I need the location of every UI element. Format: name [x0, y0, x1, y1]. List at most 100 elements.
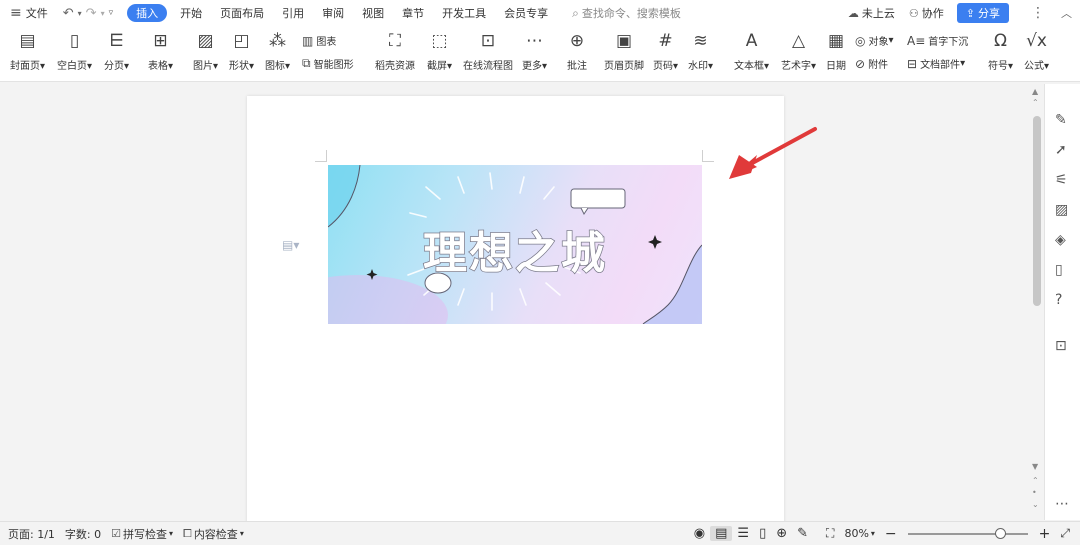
header-footer-icon: ▣: [615, 31, 633, 51]
outline-view-icon[interactable]: ☰: [732, 526, 754, 541]
document-parts-icon: ⊟: [907, 56, 918, 71]
undo-redo-group: ↶ ▾ ↷ ▾ ▿: [57, 6, 123, 21]
screenshot-icon: ⬚: [431, 31, 448, 51]
quick-access-dropdown-icon[interactable]: ▿: [109, 8, 114, 18]
banner-title: 理想之城: [422, 227, 607, 280]
symbol-button[interactable]: Ω 符号▾: [988, 26, 1013, 82]
document-page[interactable]: 理想之城: [247, 96, 784, 526]
tab-page-layout[interactable]: 页面布局: [211, 0, 273, 26]
page-dot-icon[interactable]: •: [1032, 488, 1037, 497]
image-panel-icon[interactable]: ▨: [1055, 202, 1068, 218]
shell-resources-button[interactable]: ⛶ 稻壳资源: [375, 26, 415, 82]
content-check-button[interactable]: ⧠ 内容检查 ▾: [178, 526, 249, 542]
banner-image[interactable]: 理想之城: [328, 165, 702, 324]
scroll-top-icon[interactable]: ⌃: [1032, 98, 1039, 107]
object-button[interactable]: ◎ 对象 ▾: [855, 33, 894, 49]
tab-insert[interactable]: 插入: [127, 4, 168, 22]
fit-page-icon[interactable]: ⛶: [821, 526, 839, 541]
zoom-out-icon[interactable]: −: [880, 526, 902, 542]
wordart-button[interactable]: △ 艺术字▾: [781, 26, 816, 82]
redo-dropdown-icon[interactable]: ▾: [101, 9, 105, 18]
insert-ribbon: ▤ 封面页▾ ▯ 空白页▾ ⋿ 分页▾ ⊞ 表格▾ ▨ 图片▾ ◰ 形状▾ ⁂ …: [0, 26, 1080, 82]
icons-button[interactable]: ⁂ 图标▾: [265, 26, 290, 82]
fullscreen-icon[interactable]: ⤢: [1055, 526, 1080, 541]
page-view-icon[interactable]: ▤: [710, 526, 733, 541]
shape-button[interactable]: ◰ 形状▾: [229, 26, 254, 82]
picture-button[interactable]: ▨ 图片▾: [193, 26, 218, 82]
share-button[interactable]: ⇪ 分享: [956, 3, 1009, 23]
undo-icon[interactable]: ↶: [63, 6, 74, 21]
word-count[interactable]: 字数: 0: [60, 526, 106, 542]
location-icon[interactable]: ◈: [1055, 232, 1066, 248]
scrollbar-thumb[interactable]: [1033, 116, 1041, 306]
smartart-button[interactable]: ⧉ 智能图形: [302, 56, 354, 71]
cover-page-button[interactable]: ▤ 封面页▾: [10, 26, 45, 82]
select-pointer-icon[interactable]: ➚: [1055, 142, 1067, 158]
status-right-group: ◉ ▤ ☰ ▯ ⊕ ✎ ⛶ 80% ▾ − + ⤢: [689, 526, 1080, 542]
watermark-button[interactable]: ≋ 水印▾: [688, 26, 713, 82]
shell-resources-icon: ⛶: [389, 31, 401, 51]
tab-developer[interactable]: 开发工具: [433, 0, 495, 26]
tab-view[interactable]: 视图: [353, 0, 393, 26]
drop-cap-button[interactable]: A≡ 首字下沉: [907, 33, 968, 49]
zoom-in-icon[interactable]: +: [1034, 526, 1056, 542]
write-mode-icon[interactable]: ✎: [792, 526, 813, 541]
scroll-down-small-icon[interactable]: ▼: [1032, 462, 1038, 471]
object-icon: ◎: [855, 33, 866, 48]
document-parts-button[interactable]: ⊟ 文档部件 ▾: [907, 56, 965, 72]
collab-button[interactable]: ⚇ 协作: [902, 0, 951, 26]
prev-page-icon[interactable]: ⌃: [1032, 476, 1039, 485]
zoom-level[interactable]: 80% ▾: [839, 527, 879, 540]
help-icon[interactable]: ?: [1055, 292, 1062, 308]
spell-check-button[interactable]: ☑ 拼写检查 ▾: [106, 526, 178, 542]
chart-button[interactable]: ▥ 图表: [302, 33, 336, 49]
screenshot-button[interactable]: ⬚ 截屏▾: [427, 26, 452, 82]
undo-dropdown-icon[interactable]: ▾: [78, 9, 82, 18]
paragraph-layout-icon[interactable]: ▤▾: [282, 238, 299, 252]
zoom-slider-knob[interactable]: [994, 527, 1006, 539]
more-insert-button[interactable]: ⋯ 更多▾: [522, 26, 547, 82]
more-menu-icon[interactable]: ⋮: [1023, 5, 1053, 21]
header-footer-button[interactable]: ▣ 页眉页脚: [604, 26, 644, 82]
page-counter[interactable]: 页面: 1/1: [0, 526, 60, 542]
chart-icon: ▥: [302, 33, 314, 48]
tab-home[interactable]: 开始: [171, 0, 211, 26]
eye-protection-icon[interactable]: ◉: [689, 526, 710, 541]
pen-icon[interactable]: ✎: [1055, 112, 1067, 128]
scroll-up-icon[interactable]: ▲: [1032, 87, 1038, 96]
comment-button[interactable]: ⊕ 批注: [567, 26, 587, 82]
export-image-icon[interactable]: ⊡: [1055, 338, 1067, 354]
table-button[interactable]: ⊞ 表格▾: [148, 26, 173, 82]
zoom-slider[interactable]: [907, 527, 1028, 539]
textbox-button[interactable]: A 文本框▾: [734, 26, 769, 82]
attachment-button[interactable]: ⊘ 附件: [855, 56, 888, 72]
adjust-sliders-icon[interactable]: ⚟: [1055, 172, 1068, 188]
command-search[interactable]: ⌕ 查找命令、搜索模板: [563, 0, 690, 26]
formula-button[interactable]: √x 公式▾: [1024, 26, 1049, 82]
page-number-button[interactable]: # 页码▾: [653, 26, 678, 82]
annotation-arrow: [729, 127, 817, 179]
hamburger-icon: ≡: [10, 5, 22, 21]
redo-icon[interactable]: ↷: [86, 6, 97, 21]
sidebar-more-icon[interactable]: ⋯: [1055, 496, 1069, 512]
more-dots-icon: ⋯: [526, 31, 544, 51]
page-break-button[interactable]: ⋿ 分页▾: [104, 26, 129, 82]
menu-bar: ≡ 文件 ↶ ▾ ↷ ▾ ▿ 插入 开始 页面布局 引用 审阅 视图 章节 开发…: [0, 0, 1080, 26]
vertical-scrollbar[interactable]: ▲ ⌃ ▼ ⌃ • ⌄: [1030, 84, 1044, 520]
collapse-ribbon-icon[interactable]: ︿: [1053, 5, 1080, 21]
flowchart-button[interactable]: ⊡ 在线流程图: [463, 26, 513, 82]
cloud-status[interactable]: ☁ 未上云: [841, 0, 902, 26]
blank-page-button[interactable]: ▯ 空白页▾: [57, 26, 92, 82]
tab-review[interactable]: 审阅: [313, 0, 353, 26]
tab-references[interactable]: 引用: [273, 0, 313, 26]
watermark-icon: ≋: [693, 31, 708, 51]
book-icon[interactable]: ▯: [1055, 262, 1063, 278]
cover-page-icon: ▤: [19, 31, 36, 51]
web-view-icon[interactable]: ⊕: [771, 526, 792, 541]
next-page-icon[interactable]: ⌄: [1032, 500, 1039, 509]
tab-member[interactable]: 会员专享: [495, 0, 557, 26]
date-button[interactable]: ▦ 日期: [826, 26, 846, 82]
tab-chapter[interactable]: 章节: [393, 0, 433, 26]
reading-view-icon[interactable]: ▯: [754, 526, 771, 541]
file-menu[interactable]: ≡ 文件: [0, 0, 57, 26]
